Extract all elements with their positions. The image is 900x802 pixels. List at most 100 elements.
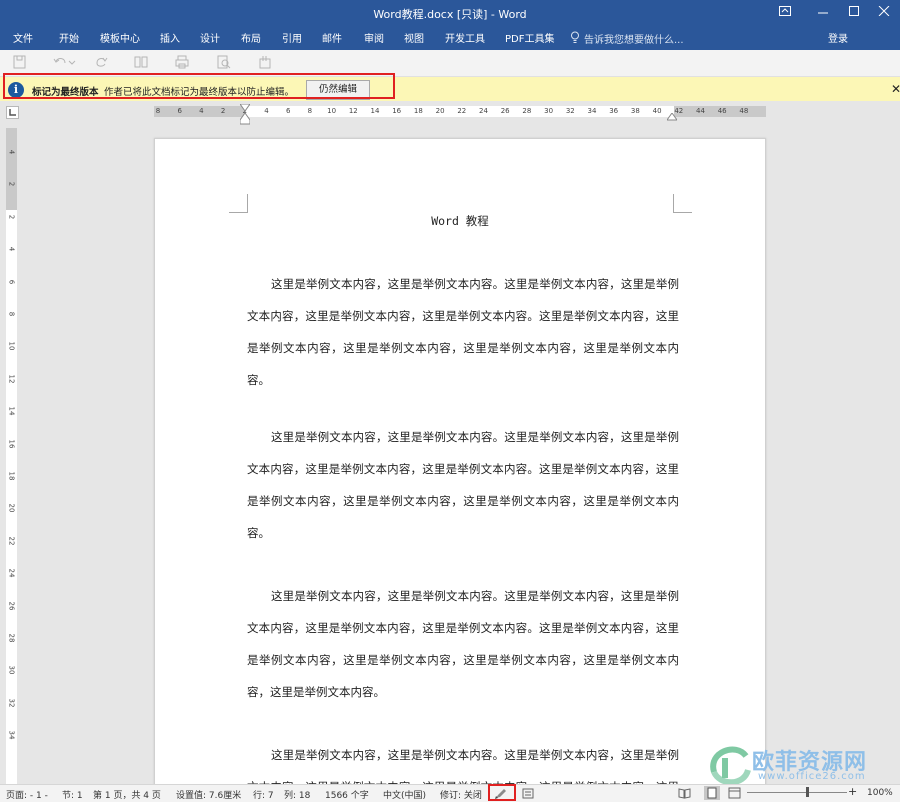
web-layout-icon[interactable] xyxy=(728,787,741,799)
undo-icon[interactable] xyxy=(52,55,68,69)
ruler-tick-label: 4 xyxy=(7,149,16,155)
ruler-tick-label: 18 xyxy=(7,471,16,481)
tab-layout[interactable]: 布局 xyxy=(241,30,261,45)
ruler-tick-label: 46 xyxy=(717,107,727,115)
tab-review[interactable]: 审阅 xyxy=(364,30,384,45)
vertical-ruler[interactable]: 4 2 2 4 6 8 10 12 14 16 18 20 22 24 26 28 30 32 34 xyxy=(6,128,17,784)
ruler-tick-label: 34 xyxy=(587,107,597,115)
infobar-close-icon[interactable]: ✕ xyxy=(891,82,900,96)
window-title: Word教程.docx [只读] - Word xyxy=(373,8,527,21)
ruler-tick-label: 6 xyxy=(7,279,16,284)
margin-corner-mark xyxy=(229,194,248,213)
macro-record-icon[interactable] xyxy=(522,787,534,799)
status-language[interactable]: 中文(中国) xyxy=(383,788,426,801)
document-page[interactable]: Word 教程 这里是举例文本内容，这里是举例文本内容。这里是举例文本内容，这里… xyxy=(154,138,766,800)
title-bar: Word教程.docx [只读] - Word xyxy=(0,0,900,26)
ruler-tick-label: 44 xyxy=(696,107,705,115)
ruler-tick-label: 10 xyxy=(327,107,337,115)
tab-design[interactable]: 设计 xyxy=(200,30,220,45)
ruler-tick-label: 22 xyxy=(457,107,467,115)
tab-view[interactable]: 视图 xyxy=(404,30,424,45)
close-icon[interactable] xyxy=(874,4,894,20)
margin-corner-mark xyxy=(673,194,692,213)
status-section[interactable]: 节: 1 xyxy=(62,788,83,801)
status-setting[interactable]: 设置值: 7.6厘米 xyxy=(176,788,241,801)
ribbon-tabs: 文件 开始 模板中心 插入 设计 布局 引用 邮件 审阅 视图 开发工具 PDF… xyxy=(0,26,900,72)
ruler-tick-label: 2 xyxy=(220,107,226,115)
zoom-slider[interactable] xyxy=(747,792,847,793)
status-track-changes[interactable]: 修订: 关闭 xyxy=(440,788,482,801)
status-word-count[interactable]: 1566 个字 xyxy=(325,788,369,801)
body-paragraph: 这里是举例文本内容，这里是举例文本内容。这里是举例文本内容，这里是举例文本内容，… xyxy=(247,277,679,387)
tab-insert[interactable]: 插入 xyxy=(160,30,180,45)
tab-mailings[interactable]: 邮件 xyxy=(322,30,342,45)
ruler-tick-label: 12 xyxy=(348,107,358,115)
tab-file[interactable]: 文件 xyxy=(13,30,33,45)
ruler-tick-label: 48 xyxy=(739,107,749,115)
status-column[interactable]: 列: 18 xyxy=(284,788,310,801)
read-mode-icon[interactable] xyxy=(678,787,691,799)
ruler-tick-label: 8 xyxy=(7,311,16,317)
undo-dropdown-icon[interactable] xyxy=(68,55,84,69)
first-line-indent-marker[interactable] xyxy=(240,104,250,112)
zoom-in-icon[interactable]: + xyxy=(848,785,857,798)
maximize-icon[interactable] xyxy=(844,4,864,20)
status-page-section[interactable]: 页面: - 1 - xyxy=(6,788,48,801)
ruler-tick-label: 20 xyxy=(7,503,16,513)
print-preview-icon[interactable] xyxy=(216,55,232,69)
signin-link[interactable]: 登录 xyxy=(828,30,848,45)
ruler-tick-label: 16 xyxy=(392,107,402,115)
ruler-top-margin xyxy=(6,128,17,210)
status-bar: 页面: - 1 - 节: 1 第 1 页，共 4 页 设置值: 7.6厘米 行:… xyxy=(0,784,900,802)
ruler-tick-label: 24 xyxy=(7,568,16,578)
right-indent-marker[interactable] xyxy=(667,113,677,121)
status-highlight-box xyxy=(488,784,516,801)
ruler-tick-label: 16 xyxy=(7,439,16,449)
ruler-tick-label: 40 xyxy=(652,107,662,115)
watermark-logo-icon xyxy=(710,746,751,786)
body-paragraph: 这里是举例文本内容，这里是举例文本内容。这里是举例文本内容，这里是举例文本内容，… xyxy=(247,589,679,699)
zoom-level[interactable]: 100% xyxy=(867,788,893,798)
ruler-tick-label: 26 xyxy=(500,107,510,115)
status-page-count[interactable]: 第 1 页，共 4 页 xyxy=(93,788,161,801)
layout-icon[interactable] xyxy=(133,55,149,69)
ruler-tick-label: 18 xyxy=(413,107,423,115)
tab-developer[interactable]: 开发工具 xyxy=(445,30,485,45)
tell-me-search[interactable]: 告诉我您想要做什么... xyxy=(584,31,684,46)
ruler-tick-label: 32 xyxy=(7,698,16,708)
ruler-tick-label: 28 xyxy=(7,633,16,643)
tab-pdf-tools[interactable]: PDF工具集 xyxy=(505,30,554,45)
ruler-tick-label: 14 xyxy=(7,406,16,416)
tab-home[interactable]: 开始 xyxy=(59,30,79,45)
tab-references[interactable]: 引用 xyxy=(282,30,302,45)
ruler-tick-label: 4 xyxy=(264,107,269,115)
ruler-tick-label: 12 xyxy=(7,374,16,384)
save-icon[interactable] xyxy=(12,55,28,69)
body-paragraph: 这里是举例文本内容，这里是举例文本内容。这里是举例文本内容，这里是举例文本内容，… xyxy=(247,430,679,540)
touch-mode-icon[interactable] xyxy=(257,55,273,69)
tab-template-center[interactable]: 模板中心 xyxy=(100,30,140,45)
zoom-slider-thumb[interactable] xyxy=(806,787,809,797)
redo-icon[interactable] xyxy=(93,55,109,69)
document-title: Word 教程 xyxy=(431,214,489,228)
left-indent-marker[interactable] xyxy=(240,113,250,125)
ruler-tick-label: 28 xyxy=(522,107,532,115)
ruler-tick-label: 8 xyxy=(307,107,313,115)
ruler-tick-label: 22 xyxy=(7,536,16,546)
ruler-tick-label: 26 xyxy=(7,601,16,611)
highlight-box xyxy=(3,73,395,99)
ruler-tick-label: 2 xyxy=(7,182,16,187)
print-layout-icon[interactable] xyxy=(704,786,720,800)
ruler-tick-label: 36 xyxy=(609,107,619,115)
minimize-icon[interactable] xyxy=(813,4,833,20)
tab-selector[interactable] xyxy=(6,106,19,119)
ruler-tick-label: 30 xyxy=(544,107,554,115)
ruler-tick-label: 32 xyxy=(565,107,575,115)
ruler-tick-label: 10 xyxy=(7,341,16,351)
ruler-tick-label: 38 xyxy=(630,107,640,115)
print-icon[interactable] xyxy=(174,55,190,69)
status-line[interactable]: 行: 7 xyxy=(253,788,274,801)
ruler-tick-label: 24 xyxy=(479,107,488,115)
ribbon-display-options-icon[interactable] xyxy=(775,4,795,20)
ruler-tick-label: 30 xyxy=(7,665,16,675)
